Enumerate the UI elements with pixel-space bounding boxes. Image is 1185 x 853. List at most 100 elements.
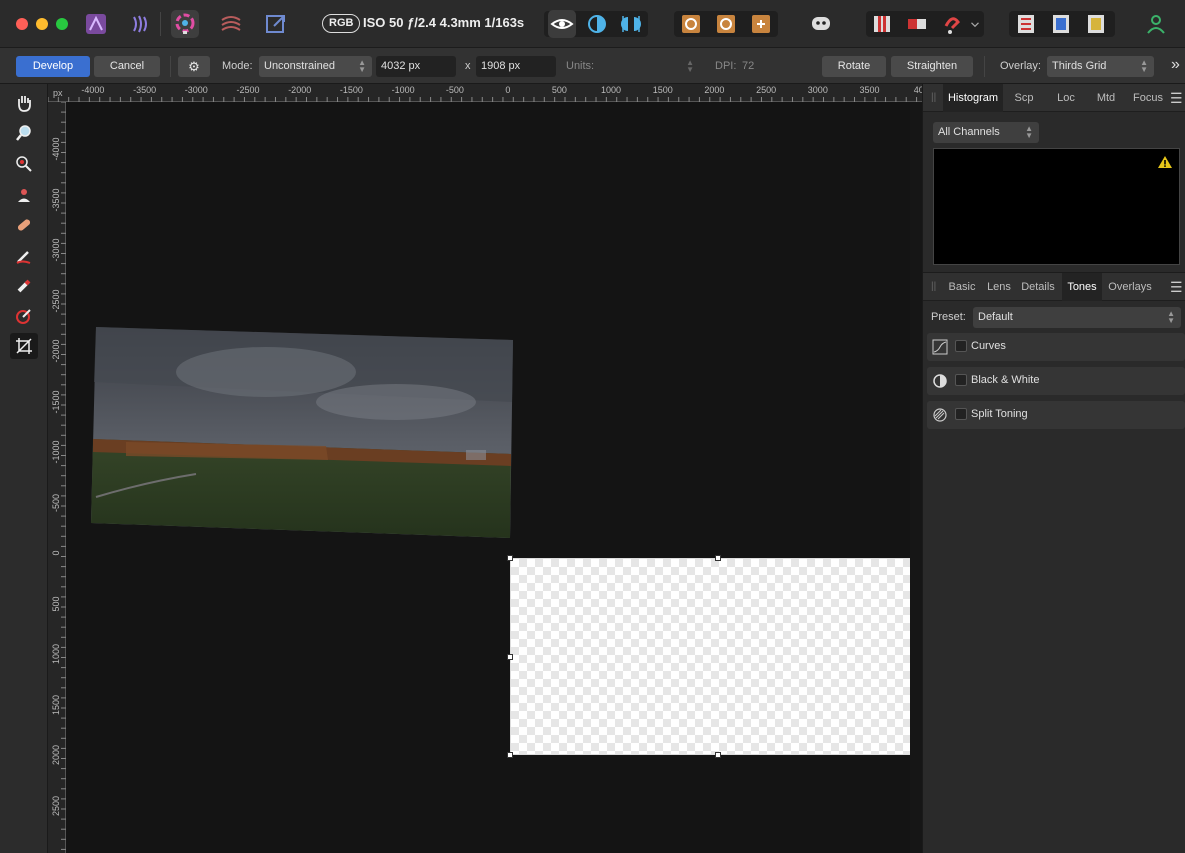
crop-handle[interactable] [715, 555, 721, 561]
split-view-icon[interactable] [583, 10, 611, 38]
tab-scope[interactable]: Scp [1007, 84, 1041, 112]
show-notes-icon[interactable] [1082, 10, 1110, 38]
crop-height-field[interactable]: 1908 px [476, 56, 556, 77]
panel-menu-icon[interactable]: ☰ [1170, 90, 1183, 107]
tab-focus[interactable]: Focus [1129, 84, 1167, 112]
liquify-persona-icon[interactable] [127, 10, 155, 38]
channel-select[interactable]: All Channels ▲ ▼ [933, 122, 1039, 143]
tab-location[interactable]: Loc [1049, 84, 1083, 112]
preset-label: Preset: [931, 311, 966, 323]
preset-select-value: Default [978, 311, 1013, 323]
develop-panel-tabs: || Basic Lens Details Tones Overlays ☰ [923, 273, 1185, 301]
tab-details[interactable]: Details [1018, 273, 1058, 301]
split-toning-adjustment[interactable]: Split Toning [927, 401, 1185, 429]
cancel-button[interactable]: Cancel [94, 56, 160, 77]
crop-handle[interactable] [507, 654, 513, 660]
tab-basic[interactable]: Basic [943, 273, 981, 301]
assistant-icon[interactable] [807, 10, 835, 38]
ruler-tick-label: -1000 [51, 440, 61, 464]
dpi-label: DPI: [715, 60, 737, 72]
studio-panel: || Histogram Scp Loc Mtd Focus ☰ All Cha… [922, 84, 1185, 853]
preset-select[interactable]: Default ▲ ▼ [973, 307, 1181, 328]
ruler-tick-label: 1000 [601, 85, 622, 95]
overlay-gradient-tool-icon[interactable] [10, 303, 38, 329]
ruler-tick-label: 2000 [51, 744, 61, 766]
crop-handle[interactable] [507, 555, 513, 561]
ruler-tick-label: 3500 [859, 85, 880, 95]
gear-icon: ⚙ [188, 59, 200, 74]
exif-info: ISO 50 ƒ/2.4 4.3mm 1/163s [363, 15, 525, 30]
straighten-button[interactable]: Straighten [891, 56, 973, 77]
tab-lens[interactable]: Lens [983, 273, 1015, 301]
crop-tool-icon[interactable] [10, 333, 38, 359]
ruler-tick-label: -2500 [51, 288, 61, 313]
hand-tool-icon[interactable] [10, 90, 38, 116]
ruler-tick-label: 500 [51, 595, 61, 612]
develop-persona-icon[interactable] [171, 10, 199, 38]
overlay-select[interactable]: Thirds Grid ▲ ▼ [1047, 56, 1154, 77]
crop-area[interactable] [510, 558, 910, 755]
settings-button[interactable]: ⚙ [178, 56, 210, 77]
warning-triangle-icon[interactable] [1157, 155, 1173, 169]
split-toning-enable-checkbox[interactable] [955, 408, 967, 420]
rotate-ccw-icon[interactable] [677, 10, 705, 38]
black-white-adjustment[interactable]: Black & White [927, 367, 1185, 395]
dpi-value[interactable]: 72 [742, 60, 754, 72]
crop-handle[interactable] [715, 752, 721, 758]
ruler-tick-label: 2000 [704, 85, 725, 95]
mode-select[interactable]: Unconstrained ▲ ▼ [259, 56, 372, 77]
crop-width-field[interactable]: 4032 px [376, 56, 456, 77]
document-canvas[interactable] [66, 102, 910, 853]
crop-handle[interactable] [507, 752, 513, 758]
show-overlays-icon[interactable] [1012, 10, 1040, 38]
toolbar-separator [160, 12, 161, 36]
more-options-icon[interactable]: » [1171, 56, 1180, 74]
red-eye-tool-icon[interactable] [10, 151, 38, 177]
chevron-down-icon[interactable] [968, 10, 982, 38]
reset-rotation-icon[interactable] [747, 10, 775, 38]
photo-persona-icon[interactable] [82, 10, 110, 38]
select-arrows-icon: ▲ ▼ [1025, 124, 1033, 140]
zoom-window-button[interactable] [56, 18, 68, 30]
clipping-tones-icon[interactable] [938, 10, 966, 38]
patch-tool-icon[interactable] [10, 212, 38, 238]
close-window-button[interactable] [16, 18, 28, 30]
tab-tones[interactable]: Tones [1062, 273, 1102, 301]
tab-metadata[interactable]: Mtd [1089, 84, 1123, 112]
top-panel-tabs: || Histogram Scp Loc Mtd Focus ☰ [923, 84, 1185, 112]
mirror-view-icon[interactable] [617, 10, 645, 38]
ruler-tick-label: 1000 [51, 643, 61, 665]
minimize-window-button[interactable] [36, 18, 48, 30]
user-account-icon[interactable] [1142, 10, 1170, 38]
tab-histogram[interactable]: Histogram [943, 84, 1003, 112]
clipping-shadows-icon[interactable] [903, 10, 931, 38]
curves-adjustment[interactable]: Curves [927, 333, 1185, 361]
ruler-tick-label: -3500 [51, 187, 61, 212]
panel-menu-icon[interactable]: ☰ [1170, 279, 1183, 296]
ruler-tick-label: -2500 [236, 85, 260, 95]
black-white-enable-checkbox[interactable] [955, 374, 967, 386]
develop-button[interactable]: Develop [16, 56, 90, 77]
view-eye-icon[interactable] [548, 10, 576, 38]
rotate-cw-icon[interactable] [712, 10, 740, 38]
units-select[interactable]: ▲ ▼ [600, 56, 700, 77]
blemish-tool-icon[interactable] [10, 182, 38, 208]
rotated-photo[interactable] [91, 327, 513, 538]
curves-enable-checkbox[interactable] [955, 340, 967, 352]
show-selection-icon[interactable] [1047, 10, 1075, 38]
zoom-tool-icon[interactable] [10, 120, 38, 146]
rotate-button[interactable]: Rotate [822, 56, 886, 77]
erase-brush-tool-icon[interactable] [10, 273, 38, 299]
tone-mapping-persona-icon[interactable] [217, 10, 245, 38]
ruler-tick-label: 500 [551, 85, 567, 95]
select-arrows-icon: ▲ ▼ [686, 58, 694, 74]
ruler-tick-label: -4000 [81, 85, 105, 95]
ruler-tick-label: -3000 [184, 85, 208, 95]
tab-overlays[interactable]: Overlays [1105, 273, 1155, 301]
clipping-highlights-icon[interactable] [868, 10, 896, 38]
ruler-tick-label: -1000 [391, 85, 415, 95]
export-persona-icon[interactable] [262, 10, 290, 38]
panel-grip-icon: || [931, 281, 937, 292]
ruler-tick-label: 1500 [652, 85, 673, 95]
brush-tool-icon[interactable] [10, 243, 38, 269]
